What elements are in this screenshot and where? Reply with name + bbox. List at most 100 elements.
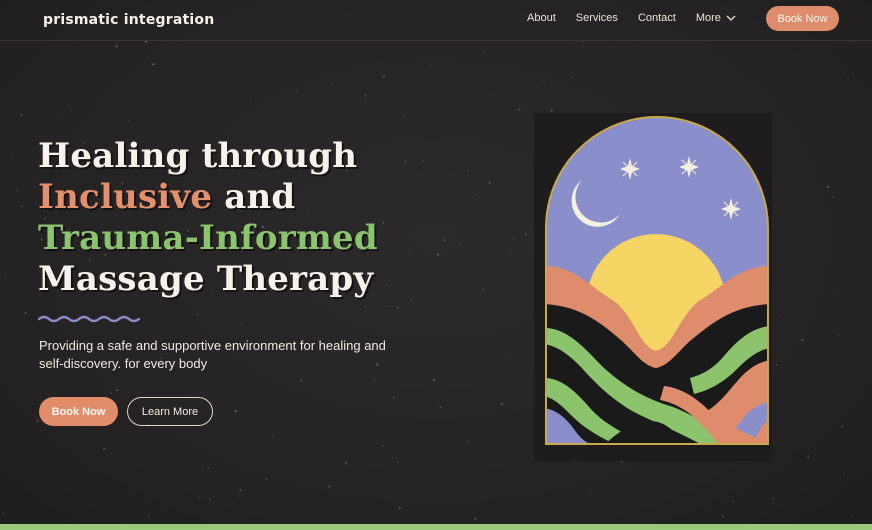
squiggle-icon: [38, 315, 140, 323]
star-dot: [254, 99, 257, 101]
nav-more-label: More: [695, 12, 721, 24]
star-dot: [467, 440, 470, 444]
headline-line-3: Trauma-Informed: [38, 218, 378, 258]
star-dot: [364, 305, 367, 308]
star-dot: [488, 181, 491, 185]
star-dot: [300, 379, 303, 382]
star-dot: [271, 434, 274, 437]
star-dot: [24, 311, 27, 314]
star-dot: [613, 46, 615, 48]
site-logo[interactable]: prismatic integration: [43, 12, 214, 28]
star-dot: [408, 252, 411, 255]
sunset-arch-illustration: [545, 116, 769, 445]
star-dot: [396, 306, 400, 310]
header-book-now-button[interactable]: Book Now: [766, 6, 839, 31]
star-dot: [287, 52, 289, 54]
star-dot: [836, 288, 838, 290]
star-dot: [550, 109, 553, 113]
star-dot: [109, 391, 113, 394]
star-dot: [589, 489, 591, 491]
star-dot: [147, 516, 150, 518]
star-dot: [402, 114, 405, 117]
star-dot: [572, 462, 575, 464]
star-dot: [196, 312, 199, 315]
star-dot: [239, 489, 242, 492]
star-dot: [70, 108, 72, 111]
star-dot: [476, 199, 478, 201]
star-dot: [801, 338, 804, 341]
star-dot: [531, 225, 533, 227]
star-dot: [128, 120, 131, 122]
star-dot: [775, 364, 778, 366]
star-dot: [837, 334, 840, 336]
star-dot: [152, 62, 155, 66]
star-dot: [328, 485, 331, 488]
star-dot: [385, 305, 387, 307]
star-dot: [721, 515, 724, 518]
star-dot: [779, 314, 781, 316]
star-dot: [430, 64, 432, 66]
star-dot: [421, 160, 424, 163]
nav-about[interactable]: About: [527, 12, 556, 24]
star-dot: [115, 45, 118, 48]
star-dot: [344, 462, 347, 465]
headline-line-4: Massage Therapy: [38, 259, 374, 299]
star-dot: [773, 206, 776, 208]
star-dot: [398, 506, 401, 510]
book-now-button[interactable]: Book Now: [39, 397, 118, 426]
star-dot: [459, 243, 462, 245]
star-dot: [500, 402, 504, 406]
star-dot: [66, 465, 68, 467]
star-dot: [524, 233, 527, 236]
star-dot: [510, 252, 512, 255]
hero-description: Providing a safe and supportive environm…: [39, 338, 386, 371]
star-dot: [621, 461, 623, 463]
star-dot: [234, 409, 237, 413]
star-dot: [482, 50, 485, 53]
page: prismatic integration About Services Con…: [0, 0, 872, 530]
chevron-down-icon: [726, 15, 736, 21]
main-nav: About Services Contact More: [527, 12, 756, 24]
star-dot: [2, 512, 5, 515]
star-dot: [443, 239, 446, 242]
star-dot: [482, 288, 485, 291]
star-dot: [570, 43, 572, 45]
star-dot: [432, 378, 436, 382]
headline-line-1: Healing through: [38, 136, 358, 176]
star-dot: [60, 117, 63, 119]
nav-more-dropdown[interactable]: More: [696, 12, 736, 24]
star-dot: [265, 478, 268, 481]
star-dot: [853, 41, 855, 44]
star-dot: [115, 389, 118, 392]
star-dot: [572, 76, 575, 78]
headline-accent-inclusive: Inclusive: [38, 177, 213, 217]
star-dot: [36, 419, 39, 423]
headline-line-2: Inclusive and: [38, 177, 378, 218]
star-dot: [372, 378, 376, 381]
star-dot: [20, 113, 23, 116]
star-dot: [209, 498, 211, 500]
star-dot: [513, 238, 515, 240]
star-dot: [484, 313, 486, 316]
star-dot: [510, 359, 513, 361]
star-dot: [459, 495, 462, 498]
site-header: prismatic integration About Services Con…: [0, 0, 872, 41]
hero-headline: Healing through Inclusive and Trauma-Inf…: [38, 136, 378, 300]
star-dot: [846, 79, 850, 82]
star-dot: [146, 57, 148, 59]
star-dot: [15, 188, 18, 191]
nav-services[interactable]: Services: [576, 12, 618, 24]
star-dot: [392, 396, 395, 399]
nav-contact[interactable]: Contact: [638, 12, 676, 24]
star-dot: [20, 205, 23, 208]
star-dot: [851, 515, 853, 517]
star-dot: [841, 425, 844, 428]
star-dot: [772, 497, 775, 500]
star-dot: [543, 80, 545, 83]
star-dot: [396, 461, 399, 464]
star-dot: [102, 447, 106, 451]
star-dot: [843, 471, 845, 474]
star-dot: [439, 406, 442, 409]
star-dot: [207, 467, 209, 469]
learn-more-button[interactable]: Learn More: [127, 397, 213, 426]
